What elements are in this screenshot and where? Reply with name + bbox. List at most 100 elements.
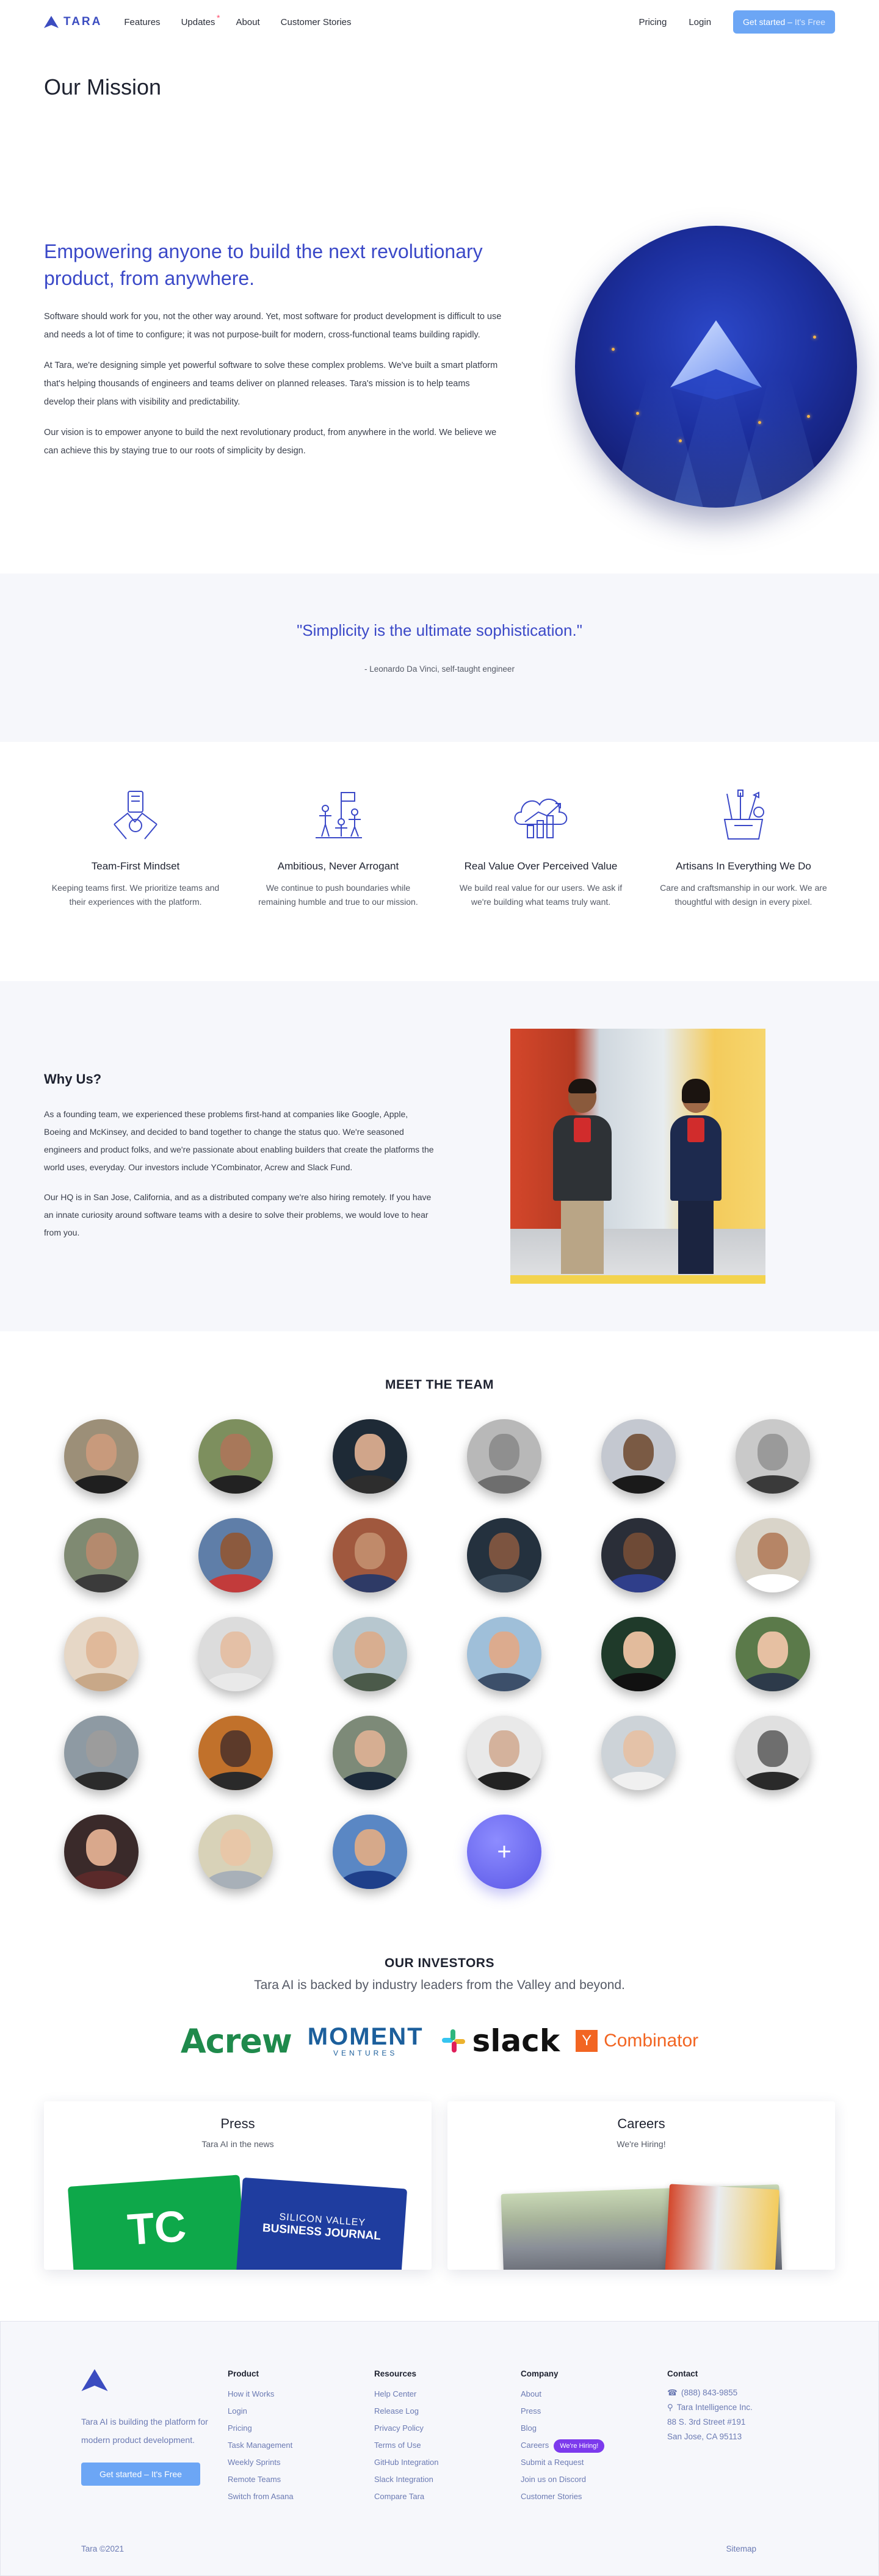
team-member-avatar: [333, 1518, 407, 1592]
value-card: Artisans In Everything We Do Care and cr…: [652, 785, 835, 981]
investors-section: OUR INVESTORS Tara AI is backed by indus…: [0, 1889, 879, 2062]
value-description: Keeping teams first. We prioritize teams…: [51, 883, 220, 907]
avatar-shoulders: [742, 1475, 804, 1494]
footer-link[interactable]: Privacy Policy: [374, 2420, 521, 2437]
quote-section: "Simplicity is the ultimate sophisticati…: [0, 574, 879, 742]
footer-link[interactable]: Weekly Sprints: [228, 2454, 374, 2471]
founder-hair: [568, 1079, 596, 1093]
footer-link[interactable]: Blog: [521, 2420, 667, 2437]
avatar-shoulders: [339, 1772, 401, 1790]
team-member-avatar: [601, 1518, 676, 1592]
avatar-shoulders: [742, 1673, 804, 1691]
team-member-avatar: [736, 1419, 810, 1494]
footer-link[interactable]: Help Center: [374, 2386, 521, 2403]
avatar-shoulders: [70, 1574, 132, 1592]
ventures-logo-text: VENTURES: [333, 2049, 398, 2057]
careers-card-title: Careers: [617, 2116, 665, 2131]
star-dot: [636, 412, 639, 415]
add-team-member-button[interactable]: +: [467, 1815, 541, 1889]
mission-paragraph-3: Our vision is to empower anyone to build…: [44, 428, 497, 456]
investor-logos: Acrew MOMENT VENTURES slack Y Combinator: [0, 2020, 879, 2062]
footer-bottom: Tara ©2021 Sitemap: [81, 2544, 756, 2553]
star-dot: [813, 336, 816, 339]
slack-logo: slack: [440, 2023, 560, 2059]
team-member-avatar: [64, 1617, 139, 1691]
founder-legs: [678, 1201, 714, 1274]
yc-logo-text: Combinator: [604, 2031, 699, 2051]
contact-phone[interactable]: (888) 843-9855: [681, 2386, 737, 2400]
nav-pricing[interactable]: Pricing: [638, 17, 667, 27]
avatar-face: [623, 1533, 654, 1569]
contact-city: San Jose, CA 95113: [667, 2432, 742, 2441]
avatar-face: [355, 1434, 385, 1470]
cloud-growth-icon: [449, 785, 632, 846]
why-us-text: Why Us? As a founding team, we experienc…: [44, 1029, 435, 1331]
nav-features[interactable]: Features: [124, 17, 160, 27]
team-member-avatar: [467, 1518, 541, 1592]
value-card: Ambitious, Never Arrogant We continue to…: [247, 785, 430, 981]
quote-text: "Simplicity is the ultimate sophisticati…: [297, 621, 582, 639]
avatar-shoulders: [204, 1673, 267, 1691]
star-dot: [612, 348, 615, 351]
team-member-avatar: [601, 1419, 676, 1494]
get-started-button[interactable]: Get started – It's Free: [733, 10, 835, 34]
footer-link[interactable]: How it Works: [228, 2386, 374, 2403]
sitemap-link[interactable]: Sitemap: [726, 2544, 756, 2553]
team-grid: +: [0, 1419, 879, 1889]
footer-link[interactable]: Slack Integration: [374, 2471, 521, 2488]
avatar-face: [220, 1632, 251, 1668]
nav-about[interactable]: About: [236, 17, 259, 27]
footer-link[interactable]: Press: [521, 2403, 667, 2420]
footer-link[interactable]: Join us on Discord: [521, 2471, 667, 2488]
avatar-face: [355, 1632, 385, 1668]
footer-link[interactable]: Task Management: [228, 2437, 374, 2454]
nav-login[interactable]: Login: [689, 17, 711, 27]
brand-logo-link[interactable]: TARA: [44, 15, 102, 29]
footer-link[interactable]: Compare Tara: [374, 2488, 521, 2505]
press-card[interactable]: Press Tara AI in the news TC SILICON VAL…: [44, 2101, 432, 2270]
value-title: Artisans In Everything We Do: [676, 860, 811, 872]
top-nav: TARA Features Updates * About Customer St…: [0, 0, 879, 44]
investors-title: OUR INVESTORS: [385, 1956, 494, 1970]
team-member-avatar: [333, 1716, 407, 1790]
team-member-avatar: [333, 1815, 407, 1889]
nav-customer-stories[interactable]: Customer Stories: [281, 17, 352, 27]
footer: Tara AI is building the platform for mod…: [0, 2321, 879, 2576]
tara-logo-icon[interactable]: [81, 2369, 108, 2391]
why-us-title: Why Us?: [44, 1071, 102, 1087]
footer-link[interactable]: GitHub Integration: [374, 2454, 521, 2471]
moment-logo-text: MOMENT: [307, 2023, 424, 2050]
footer-link[interactable]: Remote Teams: [228, 2471, 374, 2488]
footer-link[interactable]: Release Log: [374, 2403, 521, 2420]
contact-phone-row: ☎ (888) 843-9855: [667, 2386, 814, 2400]
careers-card[interactable]: Careers We're Hiring!: [447, 2101, 835, 2270]
footer-link[interactable]: Pricing: [228, 2420, 374, 2437]
tara-logo-3d-icon: [670, 320, 762, 400]
footer-contact-column: Contact ☎ (888) 843-9855 ⚲ Tara Intelligen…: [667, 2369, 814, 2505]
footer-get-started-button[interactable]: Get started – It's Free: [81, 2463, 200, 2486]
team-member-avatar: [64, 1419, 139, 1494]
footer-company-heading: Company: [521, 2369, 559, 2378]
team-title: MEET THE TEAM: [385, 1378, 494, 1392]
value-card: Real Value Over Perceived Value We build…: [449, 785, 632, 981]
avatar-shoulders: [339, 1574, 401, 1592]
avatar-shoulders: [70, 1772, 132, 1790]
avatar-shoulders: [742, 1772, 804, 1790]
footer-link[interactable]: Switch from Asana: [228, 2488, 374, 2505]
avatar-face: [489, 1533, 519, 1569]
team-member-avatar: [198, 1419, 273, 1494]
footer-link[interactable]: Login: [228, 2403, 374, 2420]
nav-updates[interactable]: Updates *: [181, 13, 220, 27]
founder-hair: [682, 1079, 710, 1103]
footer-link[interactable]: Terms of Use: [374, 2437, 521, 2454]
founder-shirt: [574, 1118, 591, 1142]
team-member-avatar: [198, 1518, 273, 1592]
footer-careers-link[interactable]: Careers We're Hiring!: [521, 2437, 667, 2454]
footer-link[interactable]: About: [521, 2386, 667, 2403]
location-pin-icon: ⚲: [667, 2403, 673, 2412]
techcrunch-logo: TC: [67, 2175, 247, 2270]
team-member-avatar: [64, 1716, 139, 1790]
footer-link[interactable]: Customer Stories: [521, 2488, 667, 2505]
founders-photo: [510, 1029, 765, 1284]
footer-link[interactable]: Submit a Request: [521, 2454, 667, 2471]
